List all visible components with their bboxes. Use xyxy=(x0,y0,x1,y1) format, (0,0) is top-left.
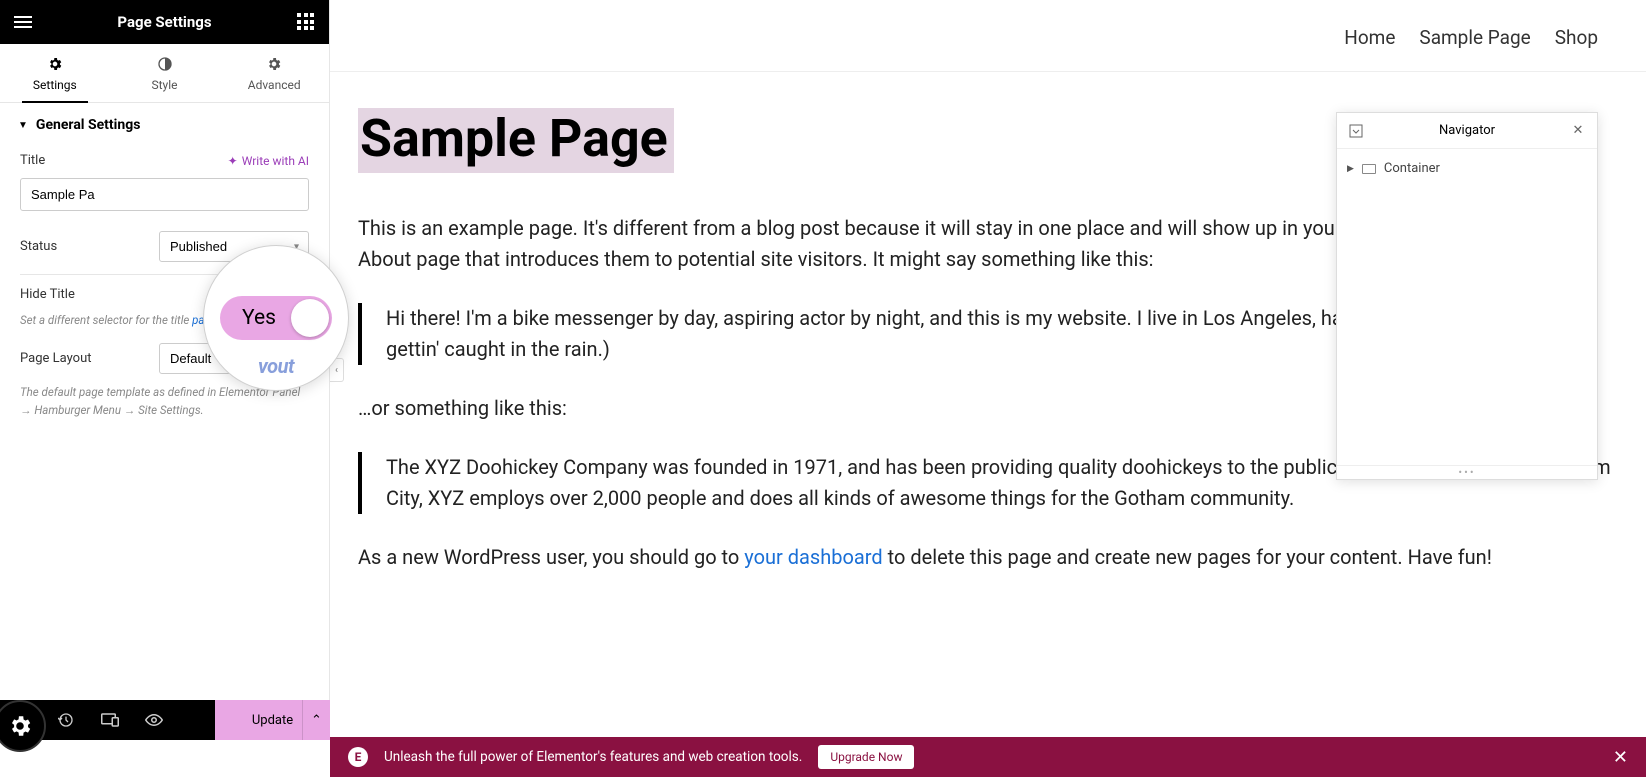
toggle-yes-label: Yes xyxy=(242,306,276,330)
dashboard-link[interactable]: your dashboard xyxy=(744,545,882,569)
navigator-item-container[interactable]: ▶ Container xyxy=(1347,157,1587,180)
navigator-title: Navigator xyxy=(1365,123,1569,138)
toggle-knob xyxy=(291,299,329,337)
outro-paragraph: As a new WordPress user, you should go t… xyxy=(358,542,1618,573)
tab-label: Style xyxy=(152,78,178,92)
navigator-panel[interactable]: Navigator ✕ ▶ Container ••• xyxy=(1336,112,1598,480)
title-input[interactable] xyxy=(20,178,309,211)
responsive-icon[interactable] xyxy=(88,700,132,740)
tab-style[interactable]: Style xyxy=(110,44,220,102)
section-title: General Settings xyxy=(36,117,141,133)
page-title[interactable]: Sample Page xyxy=(358,108,674,173)
navigator-resize-handle[interactable]: ••• xyxy=(1337,465,1597,479)
outro-pre: As a new WordPress user, you should go t… xyxy=(358,545,744,569)
navigator-body: ▶ Container xyxy=(1337,149,1597,465)
tab-label: Advanced xyxy=(248,78,301,92)
title-label: Title xyxy=(20,153,45,168)
contrast-icon xyxy=(157,56,173,72)
nav-link-shop[interactable]: Shop xyxy=(1555,26,1598,49)
tab-advanced[interactable]: Advanced xyxy=(219,44,329,102)
close-icon[interactable]: ✕ xyxy=(1569,122,1587,140)
write-with-ai-button[interactable]: ✦ Write with AI xyxy=(228,154,309,168)
status-label: Status xyxy=(20,239,57,254)
update-button[interactable]: Update ⌃ xyxy=(215,700,330,740)
update-options-caret[interactable]: ⌃ xyxy=(302,700,330,740)
elementor-badge-icon: E xyxy=(348,747,368,767)
widgets-icon[interactable] xyxy=(297,13,315,31)
caret-down-icon: ▼ xyxy=(18,120,28,131)
container-icon xyxy=(1362,164,1376,174)
panel-header: Page Settings xyxy=(0,0,329,44)
outro-post: to delete this page and create new pages… xyxy=(883,545,1492,569)
panel-tabs: Settings Style Advanced xyxy=(0,44,329,103)
nav-link-home[interactable]: Home xyxy=(1344,26,1395,49)
ghost-text: vout xyxy=(258,354,294,378)
navigator-header[interactable]: Navigator ✕ xyxy=(1337,113,1597,149)
tab-settings[interactable]: Settings xyxy=(0,44,110,102)
menu-icon[interactable] xyxy=(14,13,32,31)
gear-icon xyxy=(266,56,282,72)
navigator-item-label: Container xyxy=(1384,161,1440,176)
history-icon[interactable] xyxy=(44,700,88,740)
write-ai-label: Write with AI xyxy=(242,154,309,168)
magnifier-highlight: Yes vout xyxy=(203,245,349,391)
close-icon[interactable]: ✕ xyxy=(1613,747,1628,768)
update-label: Update xyxy=(252,713,293,728)
section-general-settings[interactable]: ▼ General Settings xyxy=(0,103,329,143)
promo-bar: E Unleash the full power of Elementor's … xyxy=(330,737,1646,777)
promo-text: Unleash the full power of Elementor's fe… xyxy=(384,749,802,765)
hide-title-label: Hide Title xyxy=(20,287,75,302)
caret-right-icon: ▶ xyxy=(1347,164,1354,174)
panel-title: Page Settings xyxy=(32,13,297,31)
tab-label: Settings xyxy=(33,78,77,92)
page-layout-label: Page Layout xyxy=(20,351,92,366)
upgrade-button[interactable]: Upgrade Now xyxy=(818,745,914,769)
sparkle-icon: ✦ xyxy=(228,154,238,168)
panel-bottom-bar: Update ⌃ xyxy=(0,700,330,740)
gear-icon xyxy=(47,56,63,72)
site-nav: Home Sample Page Shop xyxy=(330,0,1646,71)
hide-title-toggle[interactable]: Yes xyxy=(220,296,332,340)
nav-link-sample[interactable]: Sample Page xyxy=(1419,26,1530,49)
page-settings-gear[interactable] xyxy=(0,700,46,752)
collapse-icon[interactable] xyxy=(1347,122,1365,140)
preview-icon[interactable] xyxy=(132,700,176,740)
